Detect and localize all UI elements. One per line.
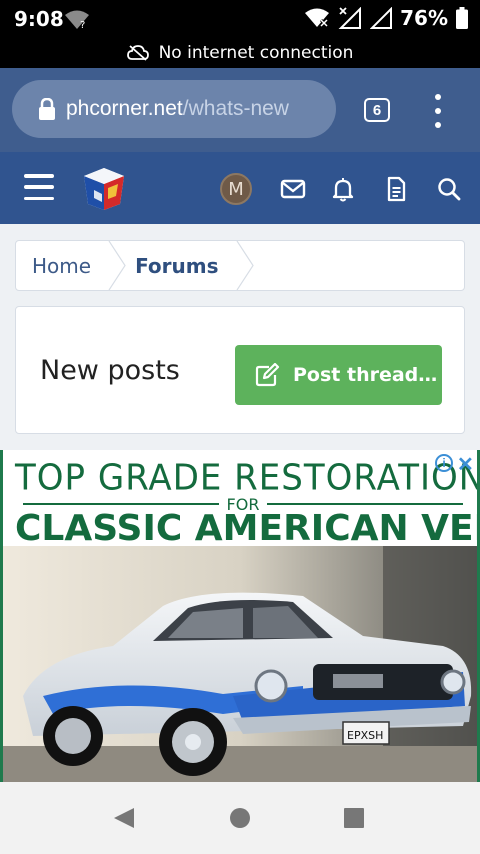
- menu-icon[interactable]: [24, 174, 54, 200]
- breadcrumb-forums[interactable]: Forums: [127, 241, 234, 290]
- signal-x-icon: [338, 7, 362, 29]
- battery-icon: [456, 7, 468, 29]
- lock-icon[interactable]: [38, 98, 56, 120]
- url-bar[interactable]: phcorner.net/whats-new: [12, 80, 336, 138]
- post-thread-button[interactable]: Post thread…: [235, 345, 442, 405]
- site-header: M: [0, 152, 480, 224]
- advertisement[interactable]: TOP GRADE RESTORATION PARTS FOR CLASSIC …: [0, 450, 480, 782]
- recents-icon[interactable]: [342, 806, 366, 830]
- ad-subheadline: CLASSIC AMERICAN VEHICLES: [15, 508, 477, 549]
- ad-plate-text: EPXSH: [347, 729, 383, 742]
- status-bar: 9:08 ? 76%: [0, 0, 480, 38]
- ad-close-icon[interactable]: ✕: [457, 452, 474, 477]
- ad-car-image: EPXSH: [3, 546, 477, 782]
- wifi-question-icon: ?: [65, 10, 89, 30]
- breadcrumb-separator: [108, 241, 126, 290]
- ad-headline: TOP GRADE RESTORATION PARTS: [15, 457, 480, 499]
- battery-percent: 76%: [400, 6, 448, 30]
- document-icon[interactable]: [383, 176, 409, 202]
- wifi-off-icon: [305, 8, 330, 28]
- page-header-block: New posts Post thread…: [15, 306, 465, 434]
- cloud-off-icon: [126, 45, 149, 61]
- search-icon[interactable]: [436, 176, 462, 202]
- ad-info-icon[interactable]: i: [435, 454, 453, 472]
- back-icon[interactable]: [112, 806, 136, 830]
- signal-icon: [370, 7, 393, 29]
- url-domain: phcorner.net: [66, 97, 183, 120]
- bell-icon[interactable]: [330, 176, 356, 202]
- breadcrumb-separator: [235, 241, 254, 290]
- svg-text:?: ?: [80, 20, 85, 30]
- network-banner: No internet connection: [0, 38, 480, 68]
- home-icon[interactable]: [228, 806, 252, 830]
- avatar[interactable]: M: [220, 173, 252, 205]
- site-logo[interactable]: [80, 166, 128, 212]
- system-nav-bar: [0, 782, 480, 854]
- post-thread-label: Post thread…: [293, 364, 438, 386]
- network-banner-text: No internet connection: [158, 43, 354, 63]
- url-path: /whats-new: [182, 97, 289, 120]
- more-vert-icon[interactable]: [432, 94, 444, 128]
- breadcrumb-home[interactable]: Home: [16, 241, 107, 290]
- tab-switcher-button[interactable]: 6: [364, 98, 390, 122]
- breadcrumb: Home Forums: [15, 240, 465, 291]
- browser-toolbar: phcorner.net/whats-new 6: [0, 68, 480, 152]
- envelope-icon[interactable]: [280, 176, 306, 202]
- status-time: 9:08: [14, 7, 64, 31]
- page-title: New posts: [40, 355, 180, 386]
- edit-icon: [255, 363, 280, 387]
